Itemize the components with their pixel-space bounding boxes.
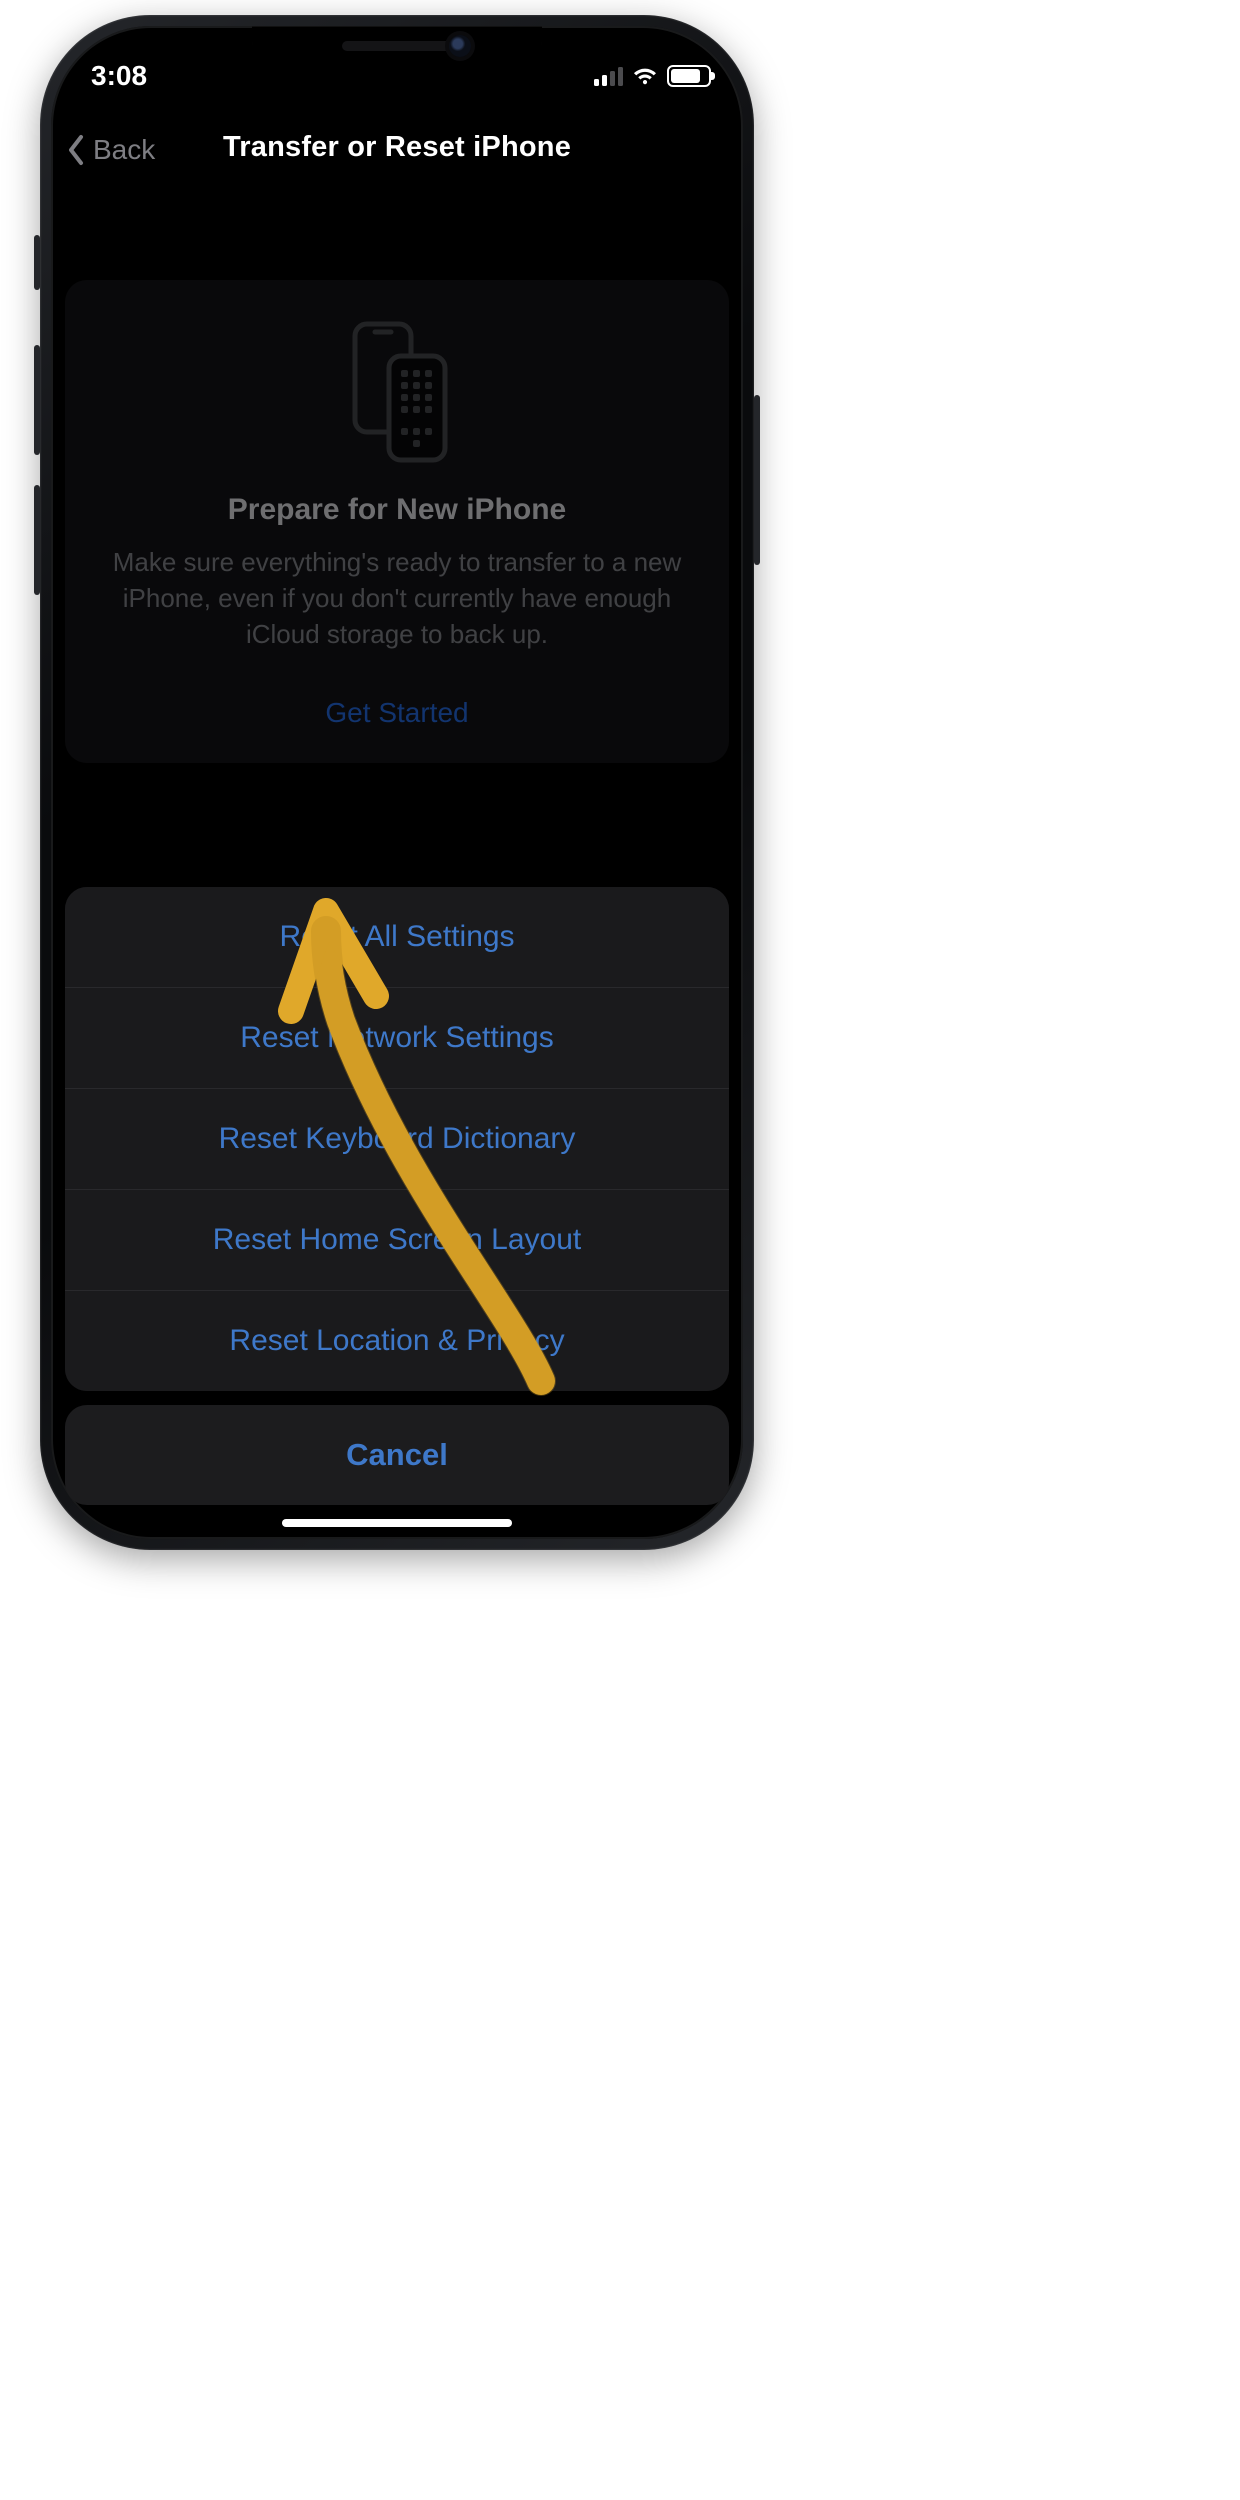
get-started-button[interactable]: Get Started — [325, 697, 468, 729]
cancel-button[interactable]: Cancel — [65, 1405, 729, 1505]
navigation-bar: Back Transfer or Reset iPhone — [51, 121, 743, 179]
wifi-icon — [632, 66, 658, 86]
notch — [252, 26, 542, 72]
two-phones-icon — [337, 320, 457, 465]
volume-up-button — [34, 345, 40, 455]
reset-location-privacy-button[interactable]: Reset Location & Privacy — [65, 1290, 729, 1391]
home-indicator[interactable] — [282, 1519, 512, 1527]
battery-icon — [667, 65, 711, 87]
reset-action-sheet: Reset All Settings Reset Network Setting… — [65, 887, 729, 1505]
page-title: Transfer or Reset iPhone — [51, 131, 743, 164]
reset-all-settings-button[interactable]: Reset All Settings — [65, 887, 729, 987]
reset-home-screen-layout-button[interactable]: Reset Home Screen Layout — [65, 1189, 729, 1290]
status-time: 3:08 — [91, 60, 147, 92]
iphone-screen: 3:08 Back — [51, 26, 743, 1539]
reset-options-group: Reset All Settings Reset Network Setting… — [65, 887, 729, 1391]
prepare-new-iphone-card: Prepare for New iPhone Make sure everyth… — [65, 280, 729, 763]
prepare-card-body: Make sure everything's ready to transfer… — [89, 545, 705, 653]
volume-down-button — [34, 485, 40, 595]
cellular-signal-icon — [594, 66, 623, 86]
reset-network-settings-button[interactable]: Reset Network Settings — [65, 987, 729, 1088]
reset-keyboard-dictionary-button[interactable]: Reset Keyboard Dictionary — [65, 1088, 729, 1189]
front-camera-icon — [449, 35, 471, 57]
power-button — [754, 395, 760, 565]
status-icons — [594, 65, 711, 87]
prepare-card-title: Prepare for New iPhone — [228, 493, 566, 527]
iphone-device-frame: 3:08 Back — [40, 15, 754, 1550]
mute-switch — [34, 235, 40, 290]
